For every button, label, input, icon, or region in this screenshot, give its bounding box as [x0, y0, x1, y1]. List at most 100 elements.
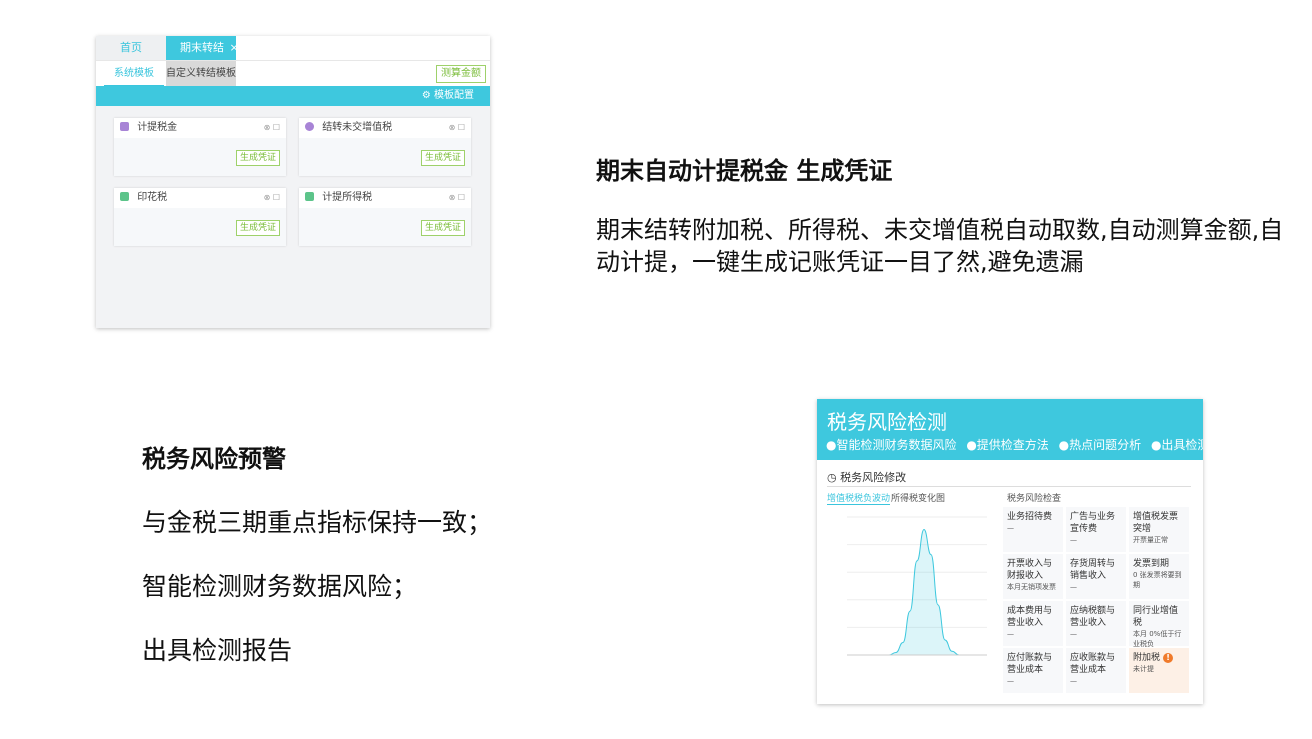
risk-item-title: 存货周转与销售收入 — [1070, 558, 1122, 582]
feature2-title: 税务风险预警 — [142, 445, 286, 473]
tax-icon — [305, 192, 314, 201]
risk-item-status: — — [1007, 677, 1014, 685]
risk-item-title-text: 存货周转与销售收入 — [1070, 559, 1116, 581]
risk-item[interactable]: 同行业增值税本月 0%低于行业税负1.500000% — [1129, 601, 1189, 658]
risk-item-title-text: 发票到期 — [1133, 559, 1170, 569]
risk-item-title-text: 广告与业务宣传费 — [1070, 512, 1116, 534]
feature1-desc: 期末结转附加税、所得税、未交增值税自动取数,自动测算金额,自动计提，一键生成记账… — [596, 216, 1284, 276]
risk-feature: ●智能检测财务数据风险 — [826, 438, 957, 452]
risk-item-title-text: 增值税发票突增 — [1133, 512, 1179, 534]
tab-period-end[interactable]: 期末转结 × — [166, 36, 239, 60]
feature1-title: 期末自动计提税金 生成凭证 — [596, 157, 893, 185]
settings-icon[interactable]: ⊗ ☐ — [449, 188, 465, 208]
card-title: 计提税金 — [137, 122, 178, 133]
subtab-system-template[interactable]: 系统模板 — [104, 61, 164, 87]
risk-item[interactable]: 应付账款与营业成本 — — [1003, 648, 1063, 693]
risk-item[interactable]: 发票到期 0 张发票将要到期 — [1129, 554, 1189, 599]
risk-feature: ●热点问题分析 — [1058, 438, 1142, 452]
chart-area-series — [847, 529, 987, 656]
settings-icon[interactable]: ⊗ ☐ — [449, 118, 465, 138]
clock-icon: ◷ — [827, 471, 837, 484]
tab-bar: 首页 期末转结 × — [96, 36, 490, 60]
subtab-bar: 系统模板 自定义转结模板 测算金额 — [96, 60, 490, 87]
template-config-label: 模板配置 — [434, 90, 474, 101]
risk-item-status: 本月无销项发票 — [1007, 583, 1056, 591]
risk-panel: 税务风险检测 ●智能检测财务数据风险 ●提供检查方法 ●热点问题分析 ●出具检测… — [817, 399, 1203, 704]
risk-item-status: — — [1070, 630, 1077, 638]
template-card: 结转未交增值税 ⊗ ☐ 生成凭证 — [299, 118, 471, 176]
risk-feature-list: ●智能检测财务数据风险 ●提供检查方法 ●热点问题分析 ●出具检测报告 — [826, 436, 1203, 453]
tab-income-tax[interactable]: 所得税变化图 — [891, 491, 945, 504]
vat-burden-chart — [847, 516, 987, 656]
risk-item-title: 发票到期 — [1133, 558, 1185, 570]
risk-item[interactable]: 附加税! 未计提 — [1129, 648, 1189, 693]
generate-voucher-button[interactable]: 生成凭证 — [235, 220, 280, 236]
risk-title: 税务风险检测 — [827, 410, 947, 434]
feature2-point: 与金税三期重点指标保持一致； — [142, 508, 493, 537]
close-icon[interactable]: × — [230, 41, 239, 54]
risk-item-status: — — [1007, 630, 1014, 638]
card-title: 结转未交增值税 — [322, 122, 393, 133]
tab-period-end-label: 期末转结 — [180, 41, 224, 54]
risk-check-title: 税务风险检查 — [1007, 494, 1062, 504]
section-title-label: 税务风险修改 — [840, 471, 907, 484]
risk-item-status: 开票量正常 — [1133, 536, 1168, 544]
risk-feature: ●出具检测报告 — [1150, 438, 1203, 452]
risk-item-title: 开票收入与财报收入 — [1007, 558, 1059, 582]
generate-voucher-button[interactable]: 生成凭证 — [420, 220, 465, 236]
tab-home[interactable]: 首页 — [96, 36, 166, 60]
template-card: 计提税金 ⊗ ☐ 生成凭证 — [114, 118, 286, 176]
risk-item-title: 成本费用与营业收入 — [1007, 605, 1059, 629]
risk-item-title: 同行业增值税 — [1133, 605, 1185, 629]
risk-item-title-text: 附加税 — [1133, 653, 1161, 663]
template-panel: 首页 期末转结 × 系统模板 自定义转结模板 测算金额 ⚙ 模板配置 计提税金 … — [96, 36, 490, 328]
risk-item[interactable]: 广告与业务宣传费 — — [1066, 507, 1126, 552]
tax-icon — [305, 122, 314, 131]
gear-icon: ⚙ — [421, 90, 431, 101]
risk-item-status: — — [1070, 677, 1077, 685]
risk-item-title-text: 应收账款与营业成本 — [1070, 653, 1116, 675]
template-config-button[interactable]: ⚙ 模板配置 — [422, 86, 474, 106]
divider — [827, 486, 1191, 487]
toolbar: ⚙ 模板配置 — [96, 86, 490, 106]
calc-amount-button[interactable]: 测算金额 — [436, 65, 486, 83]
risk-item-title-text: 同行业增值税 — [1133, 606, 1179, 628]
subtab-custom-template[interactable]: 自定义转结模板 — [166, 61, 236, 87]
generate-voucher-button[interactable]: 生成凭证 — [235, 150, 280, 166]
risk-item-status: 未计提 — [1133, 665, 1154, 673]
risk-item[interactable]: 增值税发票突增开票量正常 — [1129, 507, 1189, 552]
card-title: 计提所得税 — [322, 192, 373, 203]
risk-item[interactable]: 成本费用与营业收入 — — [1003, 601, 1063, 646]
template-card: 计提所得税 ⊗ ☐ 生成凭证 — [299, 188, 471, 246]
risk-item-title: 广告与业务宣传费 — [1070, 511, 1122, 535]
warning-icon: ! — [1163, 653, 1174, 663]
settings-icon[interactable]: ⊗ ☐ — [264, 188, 280, 208]
generate-voucher-button[interactable]: 生成凭证 — [420, 150, 465, 166]
risk-item-title: 附加税! — [1133, 652, 1185, 664]
settings-icon[interactable]: ⊗ ☐ — [264, 118, 280, 138]
risk-item[interactable]: 应纳税额与营业收入 — — [1066, 601, 1126, 646]
tax-icon — [120, 122, 129, 131]
risk-item[interactable]: 应收账款与营业成本 — — [1066, 648, 1126, 693]
risk-feature: ●提供检查方法 — [966, 438, 1049, 452]
tax-icon — [120, 192, 129, 201]
risk-item-title: 业务招待费 — [1007, 511, 1059, 523]
risk-item-title: 应收账款与营业成本 — [1070, 652, 1122, 676]
risk-item-title-text: 开票收入与财报收入 — [1007, 559, 1053, 581]
risk-item-title-text: 成本费用与营业收入 — [1007, 606, 1053, 628]
section-title: ◷ 税务风险修改 — [827, 469, 906, 485]
risk-item-title-text: 应付账款与营业成本 — [1007, 653, 1053, 675]
risk-item[interactable]: 开票收入与财报收入本月无销项发票 — [1003, 554, 1063, 599]
tab-vat-burden[interactable]: 增值税税负波动 — [827, 491, 891, 505]
feature2-point: 智能检测财务数据风险； — [142, 572, 418, 601]
risk-item-title-text: 应纳税额与营业收入 — [1070, 606, 1116, 628]
risk-item[interactable]: 业务招待费 — — [1003, 507, 1063, 552]
risk-item[interactable]: 存货周转与销售收入 — — [1066, 554, 1126, 599]
risk-item-title-text: 业务招待费 — [1007, 512, 1053, 522]
risk-item-status: — — [1007, 524, 1014, 532]
risk-item-title: 应纳税额与营业收入 — [1070, 605, 1122, 629]
card-title: 印花税 — [137, 192, 168, 203]
risk-item-status: — — [1070, 536, 1077, 544]
risk-header: 税务风险检测 ●智能检测财务数据风险 ●提供检查方法 ●热点问题分析 ●出具检测… — [817, 399, 1203, 460]
risk-item-title: 增值税发票突增 — [1133, 511, 1185, 535]
